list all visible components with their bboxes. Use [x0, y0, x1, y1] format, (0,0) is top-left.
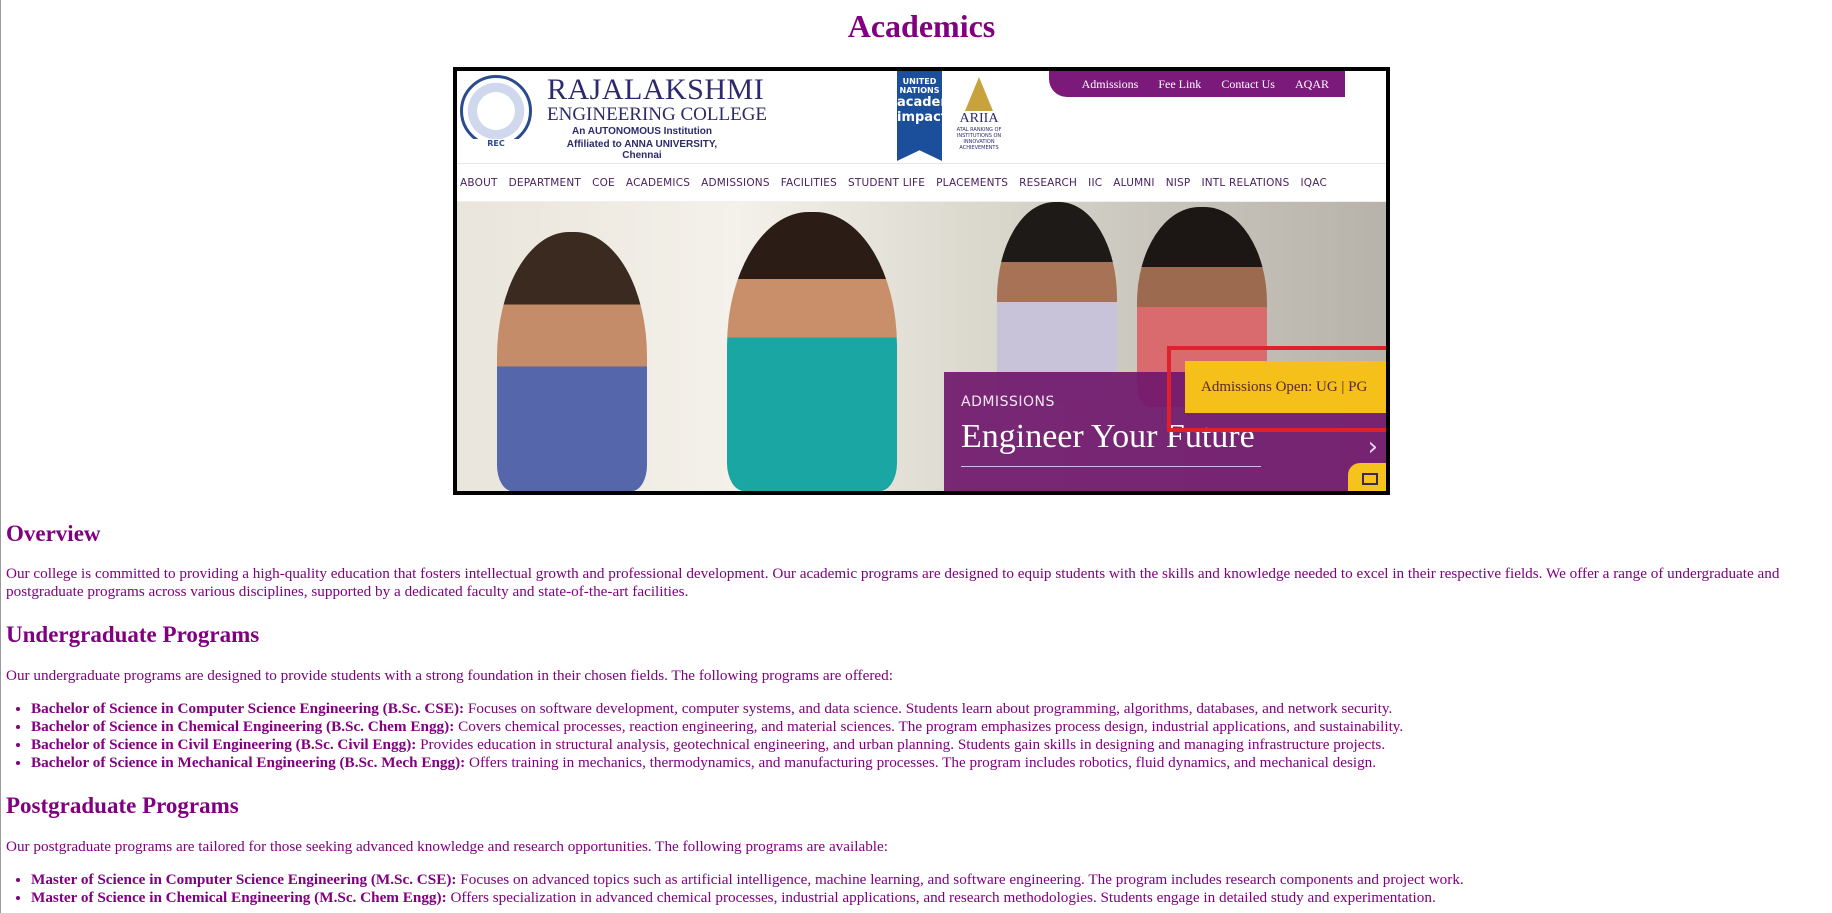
nav-student-life: STUDENT LIFE: [848, 176, 926, 189]
student-figure: [497, 232, 647, 491]
overview-text: Our college is committed to providing a …: [6, 565, 1780, 600]
postgraduate-heading: Postgraduate Programs: [6, 793, 239, 818]
nav-iic: IIC: [1088, 176, 1103, 189]
chat-corner: [1348, 463, 1386, 491]
banner-nav: ABOUT DEPARTMENT COE ACADEMICS ADMISSION…: [457, 163, 1386, 201]
list-item: Bachelor of Science in Mechanical Engine…: [31, 754, 1832, 772]
college-autonomous: An AUTONOMOUS Institution: [572, 126, 712, 137]
program-desc: Focuses on advanced topics such as artif…: [456, 871, 1464, 888]
nav-facilities: FACILITIES: [780, 176, 837, 189]
admissions-divider: [961, 466, 1261, 467]
nav-coe: COE: [592, 176, 615, 189]
list-item: Bachelor of Science in Computer Science …: [31, 700, 1832, 718]
college-banner-image: REC RAJALAKSHMI ENGINEERING COLLEGE An A…: [453, 67, 1390, 495]
banner-top-links: Admissions Fee Link Contact Us AQAR: [1049, 71, 1345, 97]
program-name: Master of Science in Computer Science En…: [31, 871, 457, 888]
ariia-caption: ATAL RANKING OF INSTITUTIONS ON INNOVATI…: [956, 127, 1002, 151]
program-desc: Provides education in structural analysi…: [416, 736, 1386, 753]
chat-icon: [1362, 473, 1378, 485]
toplink-admissions: Admissions: [1081, 76, 1139, 91]
nav-alumni: ALUMNI: [1113, 176, 1155, 189]
ariia-label: ARIIA: [959, 111, 999, 126]
un-badge-top: UNITED NATIONS: [899, 77, 940, 95]
student-figure: [727, 212, 897, 491]
program-name: Bachelor of Science in Civil Engineering…: [31, 736, 417, 753]
program-name: Bachelor of Science in Computer Science …: [31, 700, 465, 717]
college-subtitle: ENGINEERING COLLEGE: [547, 104, 768, 125]
program-desc: Covers chemical processes, reaction engi…: [454, 718, 1404, 735]
undergraduate-heading: Undergraduate Programs: [6, 622, 260, 647]
list-item: Master of Science in Computer Science En…: [31, 871, 1832, 889]
college-affiliation: Affiliated to ANNA UNIVERSITY, Chennai: [566, 139, 718, 161]
nav-intl-relations: INTL RELATIONS: [1201, 176, 1290, 189]
list-item: Bachelor of Science in Civil Engineering…: [31, 736, 1832, 754]
program-desc: Focuses on software development, compute…: [464, 700, 1393, 717]
nav-placements: PLACEMENTS: [936, 176, 1009, 189]
nav-admissions: ADMISSIONS: [701, 176, 770, 189]
college-seal-icon: REC: [460, 75, 532, 148]
program-name: Bachelor of Science in Chemical Engineer…: [31, 718, 455, 735]
postgraduate-list: Master of Science in Computer Science En…: [6, 871, 1832, 907]
nav-academics: ACADEMICS: [625, 176, 691, 189]
ariia-triangle-icon: [965, 77, 993, 111]
nav-nisp: NISP: [1165, 176, 1191, 189]
list-item: Master of Science in Chemical Engineerin…: [31, 889, 1832, 907]
overview-heading: Overview: [6, 521, 101, 546]
program-desc: Offers training in mechanics, thermodyna…: [465, 754, 1377, 771]
undergraduate-intro: Our undergraduate programs are designed …: [6, 667, 893, 684]
nav-about: ABOUT: [460, 176, 498, 189]
ariia-logo: ARIIA ATAL RANKING OF INSTITUTIONS ON IN…: [949, 77, 1009, 161]
chevron-right-icon: ›: [1367, 432, 1378, 462]
page-title: Academics: [847, 8, 996, 44]
un-academic-impact-badge: UNITED NATIONS academic impact: [897, 71, 942, 161]
undergraduate-list: Bachelor of Science in Computer Science …: [6, 700, 1832, 772]
program-name: Bachelor of Science in Mechanical Engine…: [31, 754, 466, 771]
program-desc: Offers specialization in advanced chemic…: [446, 889, 1436, 906]
seal-text: REC: [463, 139, 529, 148]
nav-research: RESEARCH: [1019, 176, 1078, 189]
college-name: RAJALAKSHMI: [547, 73, 765, 106]
toplink-fee-link: Fee Link: [1158, 76, 1202, 91]
nav-department: DEPARTMENT: [508, 176, 582, 189]
banner-header: REC RAJALAKSHMI ENGINEERING COLLEGE An A…: [457, 71, 1386, 163]
un-badge-main: academic impact: [897, 95, 967, 125]
toplink-contact-us: Contact Us: [1221, 76, 1275, 91]
admissions-kicker: ADMISSIONS: [961, 394, 1055, 410]
highlight-box: [1167, 346, 1386, 432]
toplink-aqar: AQAR: [1294, 76, 1329, 91]
postgraduate-intro: Our postgraduate programs are tailored f…: [6, 838, 888, 855]
list-item: Bachelor of Science in Chemical Engineer…: [31, 718, 1832, 736]
program-name: Master of Science in Chemical Engineerin…: [31, 889, 447, 906]
nav-iqac: IQAC: [1300, 176, 1327, 189]
